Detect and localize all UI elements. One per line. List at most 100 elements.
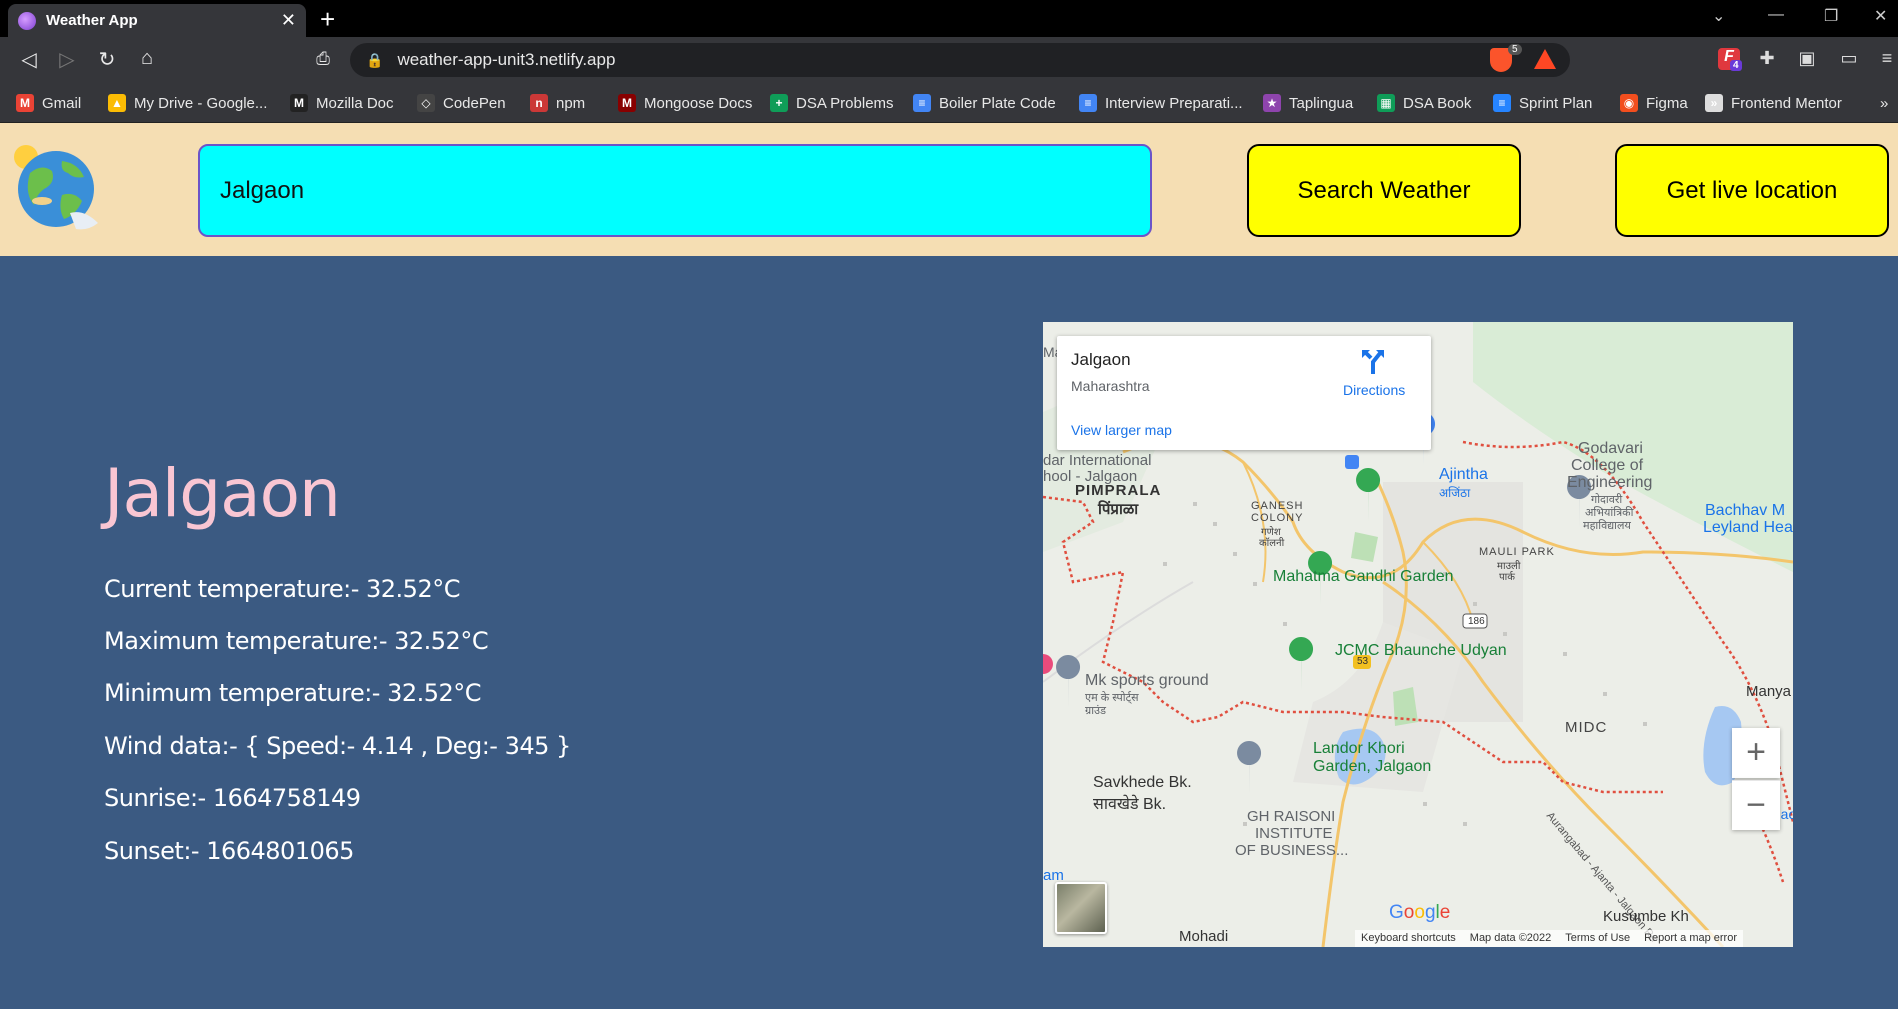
directions-link[interactable]: Directions — [1343, 382, 1405, 398]
forward-icon[interactable]: ▷ — [54, 47, 80, 72]
sunrise: Sunrise:- 1664758149 — [104, 784, 361, 812]
bookmark-icon[interactable]: ⎙ — [310, 49, 336, 69]
keyboard-shortcuts-link[interactable]: Keyboard shortcuts — [1361, 932, 1456, 945]
map-label-ajintha[interactable]: Ajintha — [1439, 466, 1488, 484]
map-place-state: Maharashtra — [1071, 378, 1150, 394]
tab-search-icon[interactable]: ⌄ — [1712, 6, 1725, 26]
bookmark-label: My Drive - Google... — [134, 94, 268, 112]
tab-close-icon[interactable]: ✕ — [281, 10, 296, 31]
report-error-link[interactable]: Report a map error — [1644, 932, 1737, 945]
map-label-raisoni-2: INSTITUTE — [1255, 825, 1333, 842]
bookmark-icon: ▲ — [108, 94, 126, 112]
extensions-puzzle-icon[interactable]: ✚ — [1756, 48, 1778, 70]
bookmark-item[interactable]: M Mongoose Docs — [618, 91, 752, 115]
bookmark-label: Taplingua — [1289, 94, 1354, 112]
map-place-name: Jalgaon — [1071, 350, 1131, 369]
bookmark-label: Interview Preparati... — [1105, 94, 1243, 112]
zoom-out-button[interactable]: − — [1732, 780, 1780, 830]
map-label-raisoni-3: OF BUSINESS... — [1235, 842, 1349, 859]
map-label-kusumbe: Kusumbe Kh — [1603, 908, 1689, 925]
map-label-savkhede: Savkhede Bk. — [1093, 774, 1192, 791]
extension-f-icon[interactable]: F4 — [1718, 48, 1742, 71]
bookmark-icon: ≡ — [1493, 94, 1511, 112]
tab-title: Weather App — [46, 12, 138, 29]
new-tab-button[interactable]: + — [320, 4, 335, 34]
bookmark-item[interactable]: ▦ DSA Book — [1377, 91, 1471, 115]
get-live-location-button[interactable]: Get live location — [1615, 144, 1889, 237]
browser-tabbar: Weather App ✕ + ⌄ — ❐ ✕ — [0, 0, 1898, 37]
window-close-icon[interactable]: ✕ — [1874, 6, 1887, 26]
bookmark-item[interactable]: ≡ Interview Preparati... — [1079, 91, 1243, 115]
bookmark-label: DSA Book — [1403, 94, 1472, 112]
map-label-godavari-mr-3: महाविद्यालय — [1583, 520, 1631, 532]
bookmark-item[interactable]: M Mozilla Doc — [290, 91, 394, 115]
bookmark-item[interactable]: ★ Taplingua — [1263, 91, 1353, 115]
home-icon[interactable]: ⌂ — [134, 47, 160, 70]
map-label-mk-sports[interactable]: Mk sports ground — [1085, 672, 1209, 690]
map-label-godavari-2: College of — [1571, 457, 1644, 474]
sunset: Sunset:- 1664801065 — [104, 837, 354, 865]
map-label-landor-2: Garden, Jalgaon — [1313, 758, 1432, 775]
map-road-186: 186 — [1468, 616, 1485, 627]
map-info-card: Jalgaon Maharashtra View larger map Dire… — [1057, 336, 1431, 450]
map-label-pimprala: PIMPRALA — [1075, 482, 1162, 499]
map-label-mauli-mr-2: पार्क — [1499, 572, 1515, 583]
bookmark-label: CodePen — [443, 94, 506, 112]
browser-tab[interactable]: Weather App ✕ — [8, 4, 306, 37]
city-name: Jalgaon — [104, 455, 341, 532]
wallet-icon[interactable]: ▭ — [1838, 48, 1860, 70]
map-label-godavari-3: Engineering — [1567, 474, 1653, 491]
minimize-icon[interactable]: — — [1768, 6, 1784, 24]
brave-shields-count: 5 — [1508, 44, 1522, 55]
satellite-toggle-button[interactable] — [1055, 882, 1107, 934]
bookmark-icon: ◉ — [1620, 94, 1638, 112]
zoom-in-button[interactable]: + — [1732, 728, 1780, 778]
city-search-input[interactable] — [198, 144, 1152, 237]
map-label-gandhi-garden[interactable]: Mahatma Gandhi Garden — [1273, 568, 1454, 586]
map-label-godavari-1: Godavari — [1578, 440, 1643, 457]
map-label-mauli: MAULI PARK — [1479, 546, 1555, 558]
view-larger-map-link[interactable]: View larger map — [1071, 422, 1172, 438]
bookmark-icon: ≡ — [913, 94, 931, 112]
menu-icon[interactable]: ≡ — [1876, 48, 1898, 70]
address-bar[interactable]: 🔒 weather-app-unit3.netlify.app — [350, 43, 1570, 77]
bookmark-icon: M — [618, 94, 636, 112]
bookmark-icon: ★ — [1263, 94, 1281, 112]
directions-icon[interactable] — [1359, 348, 1387, 376]
brave-rewards-icon[interactable] — [1534, 49, 1556, 69]
search-weather-button[interactable]: Search Weather — [1247, 144, 1521, 237]
restore-icon[interactable]: ❐ — [1824, 6, 1838, 26]
terms-link[interactable]: Terms of Use — [1565, 932, 1630, 945]
map-label-savkhede-mr: सावखेडे Bk. — [1093, 796, 1167, 813]
maximum-temperature: Maximum temperature:- 32.52°C — [104, 627, 489, 655]
bookmark-item[interactable]: n npm — [530, 91, 585, 115]
map-label-pimprala-mr: पिंप्राळा — [1098, 501, 1139, 518]
map-label-midc: MIDC — [1565, 719, 1608, 736]
bookmark-item[interactable]: » Frontend Mentor — [1705, 91, 1842, 115]
map-label-ganesh: GANESH — [1251, 500, 1304, 512]
bookmark-item[interactable]: + DSA Problems — [770, 91, 894, 115]
back-icon[interactable]: ◁ — [16, 47, 42, 72]
app-header: Search Weather Get live location — [0, 123, 1898, 256]
bookmarks-overflow-icon[interactable]: » — [1880, 91, 1888, 115]
bookmark-label: Sprint Plan — [1519, 94, 1593, 112]
map-label-landor-1[interactable]: Landor Khori — [1313, 740, 1405, 758]
bookmark-icon: ≡ — [1079, 94, 1097, 112]
map-road-53: 53 — [1357, 656, 1369, 667]
bookmark-item[interactable]: ▲ My Drive - Google... — [108, 91, 267, 115]
lock-icon: 🔒 — [366, 51, 384, 68]
bookmark-item[interactable]: ◇ CodePen — [417, 91, 506, 115]
url-text: weather-app-unit3.netlify.app — [397, 50, 616, 69]
sidebar-icon[interactable]: ▣ — [1796, 48, 1818, 70]
map-data-text: Map data ©2022 — [1469, 932, 1552, 944]
bookmark-item[interactable]: ◉ Figma — [1620, 91, 1688, 115]
google-logo: Google — [1389, 902, 1451, 923]
bookmark-item[interactable]: ≡ Sprint Plan — [1493, 91, 1592, 115]
bookmark-item[interactable]: ≡ Boiler Plate Code — [913, 91, 1056, 115]
bookmark-icon: + — [770, 94, 788, 112]
reload-icon[interactable]: ↻ — [94, 47, 120, 72]
bookmark-item[interactable]: M Gmail — [16, 91, 81, 115]
google-map-embed[interactable]: dar International hool - Jalgaon PIMPRAL… — [1043, 322, 1793, 947]
bookmark-icon: M — [16, 94, 34, 112]
browser-navbar: ◁ ▷ ↻ ⌂ ⎙ 🔒 weather-app-unit3.netlify.ap… — [0, 37, 1898, 83]
